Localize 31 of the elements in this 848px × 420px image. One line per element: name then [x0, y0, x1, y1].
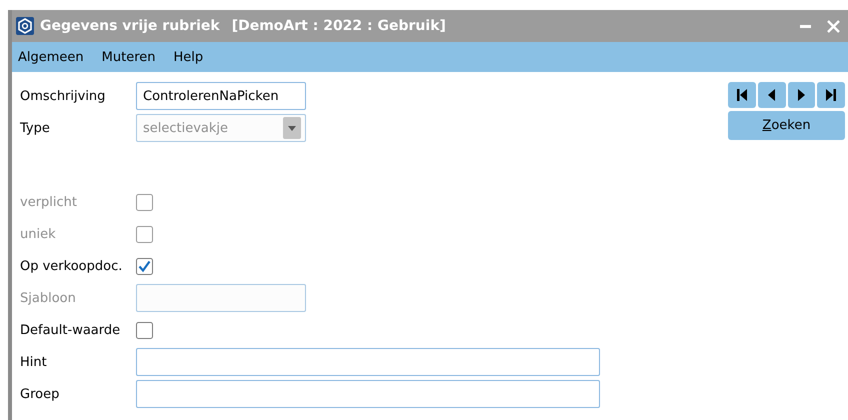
field-label: Type: [20, 120, 51, 136]
field-label: Op verkoopdoc.: [20, 258, 124, 274]
skip-forward-icon: [825, 88, 838, 102]
field-label: Groep: [20, 386, 60, 402]
field-label: Default-waarde: [20, 322, 122, 338]
text-field[interactable]: [136, 348, 600, 376]
window-context: [DemoArt : 2022 : Gebruik]: [232, 18, 446, 34]
menu-item[interactable]: Muteren: [102, 50, 156, 64]
field-label: Sjabloon: [20, 290, 77, 306]
field-label: Hint: [20, 354, 48, 370]
text-field[interactable]: [136, 380, 600, 408]
minimize-icon[interactable]: [800, 24, 811, 28]
app-logo-icon: [16, 17, 34, 35]
triangle-left-icon: [766, 88, 778, 102]
checkbox[interactable]: [136, 322, 153, 338]
previous-record-button[interactable]: [758, 82, 786, 108]
field-label: verplicht: [20, 194, 78, 210]
close-icon[interactable]: [827, 20, 840, 32]
checkbox[interactable]: [136, 258, 153, 274]
menu-item[interactable]: Algemeen: [18, 50, 84, 64]
field-label: Omschrijving: [20, 88, 106, 104]
field-label: uniek: [20, 226, 57, 242]
next-record-button[interactable]: [788, 82, 816, 108]
search-button[interactable]: Zoeken: [728, 111, 845, 140]
last-record-button[interactable]: [817, 82, 845, 108]
menu-item[interactable]: Help: [174, 50, 204, 64]
triangle-right-icon: [795, 88, 808, 102]
window-title: Gegevens vrije rubriek: [40, 18, 220, 34]
text-field[interactable]: ControlerenNaPicken: [136, 82, 306, 110]
skip-back-icon: [736, 88, 748, 102]
first-record-button[interactable]: [728, 82, 756, 108]
